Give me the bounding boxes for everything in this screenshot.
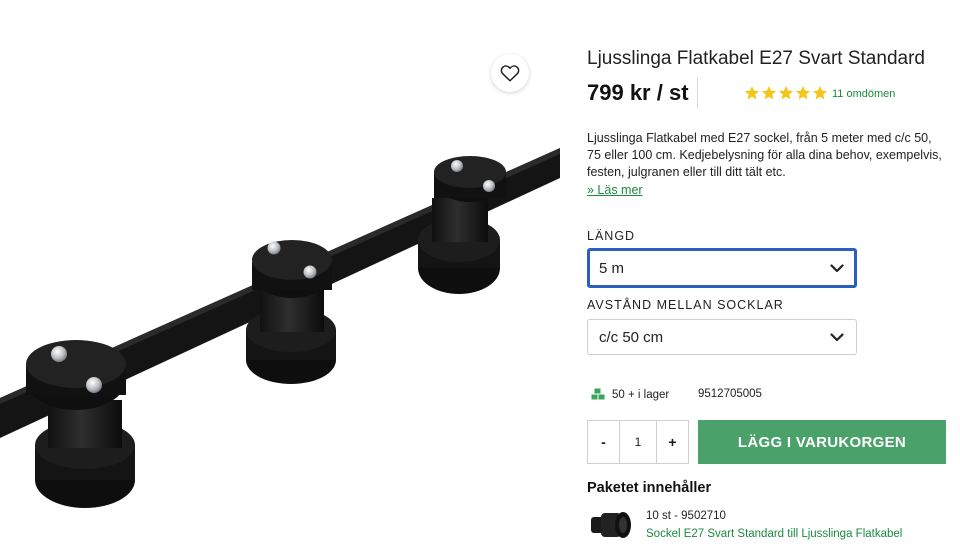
package-item-qty: 10 st - 9502710: [646, 510, 726, 522]
star-icon: [813, 86, 827, 100]
stock-icon: [591, 388, 605, 400]
product-photo: [0, 148, 560, 508]
star-icon: [779, 86, 793, 100]
increase-button[interactable]: +: [657, 421, 688, 463]
price-divider: [697, 78, 698, 108]
spacing-select-value: c/c 50 cm: [599, 328, 664, 346]
stock-text: 50 + i lager: [612, 388, 670, 401]
stock-status: 50 + i lager: [591, 388, 669, 401]
package-item-image: [591, 512, 631, 538]
quantity-stepper[interactable]: - 1 +: [587, 420, 689, 464]
decrease-button[interactable]: -: [588, 421, 619, 463]
product-description: Ljusslinga Flatkabel med E27 sockel, frå…: [587, 131, 942, 179]
product-title: Ljusslinga Flatkabel E27 Svart Standard: [587, 48, 925, 69]
favorite-button[interactable]: [491, 54, 529, 92]
length-select-value: 5 m: [599, 259, 625, 277]
rating-stars[interactable]: [744, 85, 828, 101]
star-icon: [796, 86, 810, 100]
chevron-down-icon: [830, 263, 844, 272]
heart-icon: [500, 65, 520, 82]
spacing-label: AVSTÅND MELLAN SOCKLAR: [587, 298, 784, 312]
sku-number: 9512705005: [698, 388, 762, 400]
chevron-down-icon: [830, 332, 844, 341]
product-image: [0, 0, 560, 551]
length-label: LÄNGD: [587, 229, 636, 243]
package-title: Paketet innehåller: [587, 480, 712, 496]
star-icon: [745, 86, 759, 100]
read-more-link[interactable]: » Läs mer: [587, 183, 643, 197]
package-item-link[interactable]: Sockel E27 Svart Standard till Ljussling…: [646, 528, 902, 540]
spacing-select[interactable]: c/c 50 cm: [587, 319, 857, 355]
length-select[interactable]: 5 m: [587, 248, 857, 288]
product-price: 799 kr / st: [587, 80, 689, 105]
star-icon: [762, 86, 776, 100]
reviews-link[interactable]: 11 omdömen: [832, 88, 895, 100]
quantity-input[interactable]: 1: [619, 421, 657, 463]
add-to-cart-button[interactable]: LÄGG I VARUKORGEN: [698, 420, 946, 464]
